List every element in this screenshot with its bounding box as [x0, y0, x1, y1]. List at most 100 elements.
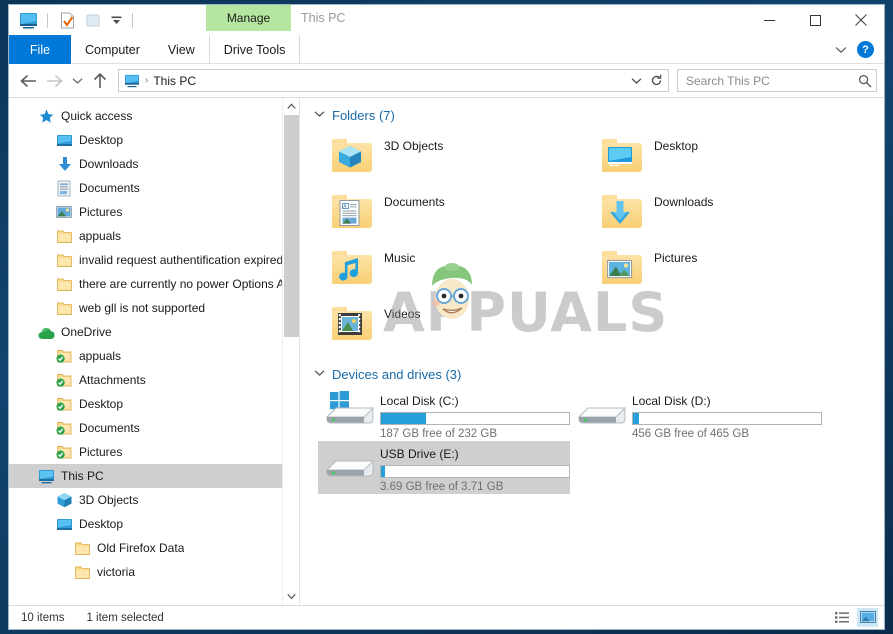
- folder-tile[interactable]: 3D Objects: [318, 129, 588, 185]
- sidebar-item-web-gll-is-not-supported[interactable]: web gll is not supported: [9, 296, 299, 320]
- sidebar-item-onedrive[interactable]: OneDrive: [9, 320, 299, 344]
- search-input[interactable]: Search This PC: [677, 69, 877, 92]
- search-placeholder: Search This PC: [686, 73, 770, 88]
- tab-drive-tools-label: Drive Tools: [223, 42, 286, 57]
- properties-icon[interactable]: [56, 9, 78, 31]
- folder-tile-label: Music: [384, 251, 416, 265]
- drive-info: Local Disk (C:) 187 GB free of 232 GB: [380, 391, 570, 440]
- folder-documents-icon: A: [326, 189, 378, 237]
- tab-computer-label: Computer: [85, 42, 140, 57]
- sidebar-item-attachments[interactable]: Attachments: [9, 368, 299, 392]
- sidebar-item-invalid-request-authentification-expired[interactable]: invalid request authentification expired: [9, 248, 299, 272]
- folder-icon: [73, 539, 91, 557]
- folder-tile[interactable]: Music: [318, 241, 588, 297]
- customize-chevron-icon[interactable]: [108, 9, 124, 31]
- sidebar-item-downloads[interactable]: Downloads: [9, 152, 299, 176]
- view-toggle-group: [832, 608, 878, 627]
- windows-drive-icon: [324, 391, 376, 437]
- sidebar-item-documents[interactable]: Documents: [9, 416, 299, 440]
- folder-tile-label: Desktop: [654, 139, 699, 153]
- back-arrow-icon[interactable]: [16, 69, 40, 93]
- toolbar-separator-2: [132, 12, 133, 28]
- maximize-button[interactable]: [792, 5, 838, 35]
- folder-tile[interactable]: Desktop: [588, 129, 858, 185]
- drive-tile[interactable]: Local Disk (C:) 187 GB free of 232 GB: [318, 388, 570, 441]
- folder-tile[interactable]: Videos: [318, 297, 588, 353]
- tab-computer[interactable]: Computer: [71, 35, 154, 64]
- sidebar-item-label: victoria: [97, 565, 136, 579]
- forward-arrow-icon[interactable]: [42, 69, 66, 93]
- new-folder-icon[interactable]: [82, 9, 104, 31]
- folder-tile[interactable]: Pictures: [588, 241, 858, 297]
- sidebar-item-desktop[interactable]: Desktop: [9, 128, 299, 152]
- drives-group-header[interactable]: Devices and drives (3): [300, 353, 884, 388]
- capacity-bar-fill: [381, 466, 385, 477]
- drive-free-space: 3.69 GB free of 3.71 GB: [380, 481, 504, 493]
- drive-tile[interactable]: Local Disk (D:) 456 GB free of 465 GB: [570, 388, 822, 441]
- folder-desktop-icon: [596, 133, 648, 181]
- sidebar-item-desktop[interactable]: Desktop: [9, 392, 299, 416]
- sidebar-item-old-firefox-data[interactable]: Old Firefox Data: [9, 536, 299, 560]
- this-pc-icon[interactable]: [124, 74, 140, 88]
- folder-tile[interactable]: Downloads: [588, 185, 858, 241]
- folder-synced-icon: [55, 443, 73, 461]
- folders-grid: 3D Objects Desktop A Documents Downloads Musi…: [300, 129, 884, 353]
- sidebar-item-label: Attachments: [79, 373, 146, 387]
- tab-view[interactable]: View: [154, 35, 209, 64]
- chevron-down-icon[interactable]: [314, 369, 325, 380]
- sidebar-item-label: web gll is not supported: [79, 301, 206, 315]
- scroll-up-icon[interactable]: [283, 98, 299, 115]
- scrollbar-thumb[interactable]: [284, 115, 299, 337]
- sidebar-item-3d-objects[interactable]: 3D Objects: [9, 488, 299, 512]
- sidebar-item-label: Quick access: [61, 109, 133, 123]
- capacity-bar-fill: [633, 413, 639, 424]
- details-view-icon[interactable]: [832, 608, 853, 627]
- large-icons-view-icon[interactable]: [857, 608, 878, 627]
- sidebar-item-desktop[interactable]: Desktop: [9, 512, 299, 536]
- sidebar-item-appuals[interactable]: appuals: [9, 224, 299, 248]
- sidebar-item-pictures[interactable]: Pictures: [9, 200, 299, 224]
- search-icon[interactable]: [858, 74, 872, 88]
- sidebar-item-documents[interactable]: Documents: [9, 176, 299, 200]
- contextual-tab-header[interactable]: Manage: [206, 5, 291, 31]
- sidebar-item-pictures[interactable]: Pictures: [9, 440, 299, 464]
- navigation-scrollbar[interactable]: [282, 98, 299, 605]
- ribbon-tab-strip: File Computer View Drive Tools ?: [9, 35, 884, 64]
- sidebar-item-this-pc[interactable]: This PC: [9, 464, 299, 488]
- drives-group-label: Devices and drives (3): [332, 367, 462, 382]
- folders-group-header[interactable]: Folders (7): [300, 98, 884, 129]
- scroll-down-icon[interactable]: [283, 588, 299, 605]
- close-button[interactable]: [838, 5, 884, 35]
- address-input[interactable]: › This PC: [118, 69, 669, 92]
- status-item-count: 10 items: [21, 611, 65, 624]
- refresh-icon[interactable]: [646, 70, 666, 91]
- capacity-bar: [380, 412, 570, 425]
- breadcrumb: › This PC: [124, 74, 626, 88]
- drive-free-space: 456 GB free of 465 GB: [632, 428, 749, 440]
- recent-locations-chevron-icon[interactable]: [68, 69, 86, 93]
- window-title: This PC: [301, 11, 346, 25]
- sidebar-item-appuals[interactable]: appuals: [9, 344, 299, 368]
- sidebar-item-victoria[interactable]: victoria: [9, 560, 299, 584]
- minimize-button[interactable]: [746, 5, 792, 35]
- folder-tile[interactable]: A Documents: [318, 185, 588, 241]
- this-pc-icon[interactable]: [17, 9, 39, 31]
- folder-tile-label: 3D Objects: [384, 139, 444, 153]
- chevron-down-icon[interactable]: [835, 41, 847, 59]
- window-controls: [746, 5, 884, 35]
- chevron-down-icon[interactable]: [314, 110, 325, 121]
- up-arrow-icon[interactable]: [88, 69, 112, 93]
- folder-tile-label: Documents: [384, 195, 445, 209]
- tab-drive-tools[interactable]: Drive Tools: [208, 35, 301, 64]
- drive-free-space: 187 GB free of 232 GB: [380, 428, 497, 440]
- sidebar-item-there-are-currently-no-power-options-availa[interactable]: there are currently no power Options Ava…: [9, 272, 299, 296]
- drive-tile[interactable]: USB Drive (E:) 3.69 GB free of 3.71 GB: [318, 441, 570, 494]
- breadcrumb-item-this-pc[interactable]: This PC: [153, 74, 196, 88]
- sidebar-item-label: This PC: [61, 469, 104, 483]
- sidebar-item-quick-access[interactable]: Quick access: [9, 104, 299, 128]
- tab-file[interactable]: File: [9, 35, 71, 64]
- address-bar-row: › This PC Search This PC: [9, 64, 884, 97]
- address-dropdown-icon[interactable]: [626, 70, 646, 91]
- drive-label: USB Drive (E:): [380, 447, 459, 461]
- help-button[interactable]: ?: [857, 41, 874, 58]
